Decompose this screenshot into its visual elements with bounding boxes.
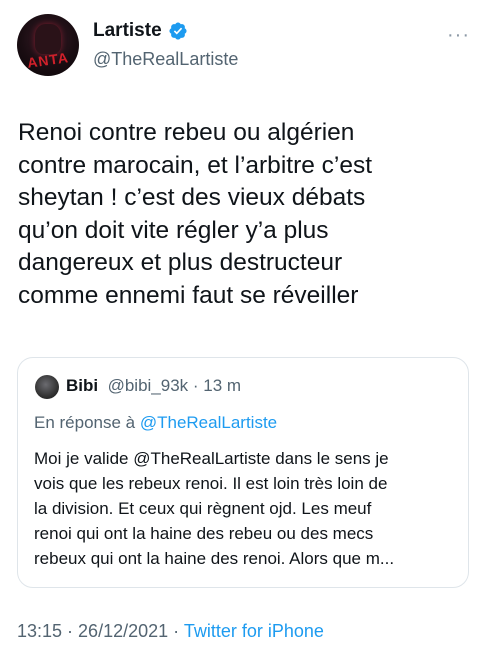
- footer-separator-2: ·: [168, 621, 184, 641]
- quoted-tweet[interactable]: Bibi @bibi_93k · 13 m En réponse à @TheR…: [17, 357, 469, 588]
- quoted-tweet-header: Bibi @bibi_93k · 13 m: [66, 376, 241, 396]
- tweet-time[interactable]: 13:15: [17, 621, 62, 641]
- reply-context: En réponse à @TheRealLartiste: [34, 413, 277, 433]
- author-avatar[interactable]: ANTA: [17, 14, 79, 76]
- reply-mention-link[interactable]: @TheRealLartiste: [140, 413, 277, 432]
- avatar-logo-text: ANTA: [26, 49, 70, 71]
- quoted-author-avatar[interactable]: [35, 375, 59, 399]
- quoted-author-name[interactable]: Bibi: [66, 376, 98, 395]
- verified-badge-icon: [169, 22, 187, 40]
- tweet-source-link[interactable]: Twitter for iPhone: [184, 621, 324, 641]
- author-name[interactable]: Lartiste: [93, 20, 162, 42]
- author-name-row[interactable]: Lartiste: [93, 20, 188, 42]
- more-options-icon[interactable]: ···: [447, 24, 470, 47]
- avatar-figure: [35, 24, 61, 54]
- tweet-text: Renoi contre rebeu ou algérien contre ma…: [18, 119, 373, 309]
- quoted-tweet-text: Moi je valide @TheRealLartiste dans le s…: [34, 446, 464, 571]
- quoted-text-start: Moi je valide: [34, 449, 134, 468]
- quoted-author-handle[interactable]: @bibi_93k: [103, 376, 189, 395]
- author-handle[interactable]: @TheRealLartiste: [93, 49, 238, 70]
- quoted-separator: ·: [188, 376, 204, 395]
- quoted-timestamp: 13 m: [203, 376, 242, 395]
- quoted-text-mention[interactable]: @TheRealLartiste: [133, 449, 270, 468]
- footer-separator: ·: [62, 621, 79, 641]
- reply-prefix: En réponse à: [34, 413, 140, 432]
- tweet-date[interactable]: 26/12/2021: [78, 621, 168, 641]
- tweet-footer: 13:15 · 26/12/2021 · Twitter for iPhone: [17, 621, 324, 642]
